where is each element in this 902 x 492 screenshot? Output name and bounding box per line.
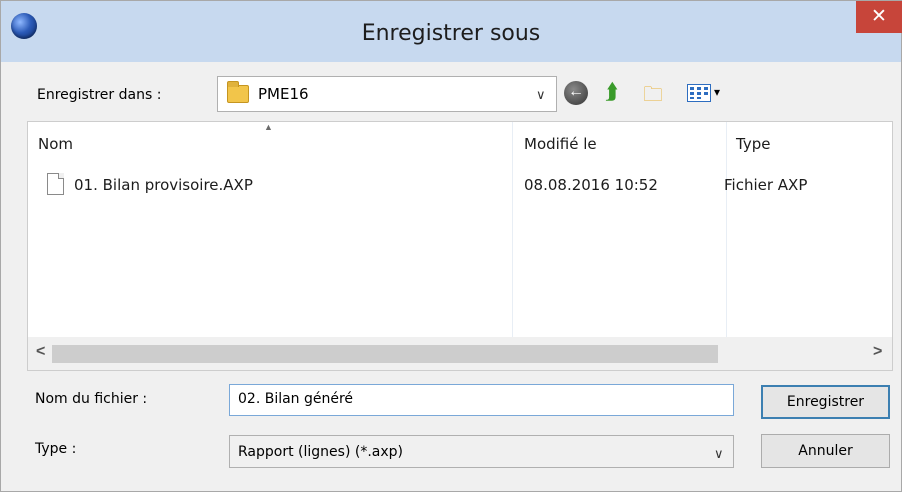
up-folder-icon[interactable]: ⮭ (602, 79, 626, 105)
folder-icon (227, 81, 249, 103)
column-header-name[interactable]: Nom (38, 135, 73, 153)
close-icon: ✕ (871, 6, 887, 27)
horizontal-scrollbar[interactable]: < > (28, 337, 892, 370)
scroll-left-icon[interactable]: < (36, 343, 45, 361)
column-separator (512, 122, 513, 337)
file-name: 01. Bilan provisoire.AXP (74, 176, 253, 194)
dialog-title: Enregistrer sous (361, 21, 541, 46)
chevron-down-icon: ∨ (536, 87, 546, 102)
column-header-modified[interactable]: Modifié le (524, 135, 597, 153)
type-label: Type : (35, 441, 77, 457)
cancel-button[interactable]: Annuler (761, 434, 890, 468)
file-type-value: Rapport (lignes) (*.axp) (238, 444, 403, 460)
save-as-dialog: Enregistrer sous ✕ Enregistrer dans : PM… (0, 0, 902, 492)
chevron-down-icon: ∨ (714, 446, 724, 461)
title-bar: Enregistrer sous ✕ (1, 1, 902, 62)
save-in-location: PME16 (258, 85, 309, 103)
view-menu-caret-icon[interactable]: ▾ (714, 85, 720, 99)
file-icon (47, 173, 64, 195)
file-type: Fichier AXP (724, 176, 808, 194)
view-menu-icon[interactable] (687, 84, 711, 102)
filename-label: Nom du fichier : (35, 391, 148, 407)
column-header-type[interactable]: Type (736, 135, 770, 153)
scroll-right-icon[interactable]: > (873, 343, 882, 361)
save-button[interactable]: Enregistrer (761, 385, 890, 419)
file-list[interactable]: Nom ▲ Modifié le Type 01. Bilan provisoi… (27, 121, 893, 371)
close-button[interactable]: ✕ (856, 1, 902, 33)
back-icon[interactable]: ← (564, 81, 588, 105)
save-in-label: Enregistrer dans : (37, 87, 162, 103)
file-type-dropdown[interactable]: Rapport (lignes) (*.axp) ∨ (229, 435, 734, 468)
new-folder-icon[interactable]: 🗀 (641, 81, 665, 106)
column-separator (726, 122, 727, 337)
filename-field[interactable]: 02. Bilan généré (229, 384, 734, 416)
scrollbar-thumb[interactable] (52, 345, 718, 363)
file-modified: 08.08.2016 10:52 (524, 176, 658, 194)
sort-ascending-icon: ▲ (264, 122, 273, 132)
save-in-dropdown[interactable]: PME16 ∨ (217, 76, 557, 112)
